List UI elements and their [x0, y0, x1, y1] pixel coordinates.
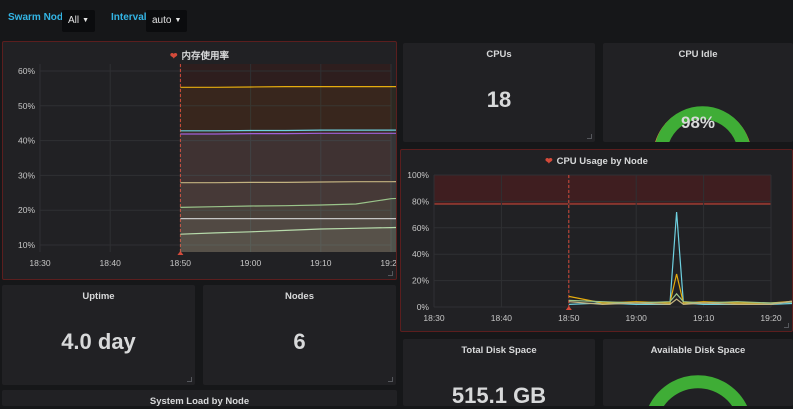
resize-handle[interactable] [784, 323, 789, 328]
x-tick-label: 19:10 [693, 313, 715, 323]
y-tick-label: 60% [412, 223, 429, 233]
chevron-down-icon: ▼ [174, 17, 182, 24]
gauge-value-arc [648, 375, 748, 406]
cpu-usage-panel[interactable]: ❤ CPU Usage by Node 0% 20% 40% 60% 80% 100% 18:… [400, 149, 793, 332]
total-disk-panel[interactable]: Total Disk Space 515.1 GB [403, 339, 595, 408]
swarm-node-select[interactable]: All ▼ [62, 10, 96, 32]
x-tick-label: 18:40 [491, 313, 513, 323]
panel-title: Total Disk Space [461, 345, 537, 356]
panel-title: CPUs [486, 49, 512, 60]
y-tick-label: 20% [412, 276, 429, 286]
x-tick-label: 19:10 [310, 258, 332, 268]
resize-handle[interactable] [187, 377, 192, 382]
x-tick-label: 19:20 [760, 313, 782, 323]
uptime-panel[interactable]: Uptime 4.0 day [2, 285, 195, 385]
y-tick-label: 40% [18, 136, 35, 146]
nodes-value: 6 [293, 329, 306, 354]
swarm-node-label: Swarm Node [8, 12, 69, 23]
swarm-node-value: All [68, 15, 80, 26]
cpus-panel[interactable]: CPUs 18 [403, 43, 595, 142]
x-tick-label: 18:50 [558, 313, 580, 323]
y-tick-label: 40% [412, 249, 429, 259]
memory-usage-panel[interactable]: ❤ 内存使用率 10% 20% 30% 40% 50% 60% 18:30 18:40 18:50… [2, 41, 397, 280]
alert-threshold-band [434, 175, 771, 205]
chevron-down-icon: ▼ [82, 17, 90, 24]
interval-select[interactable]: auto ▼ [146, 10, 188, 32]
memory-usage-chart: 10% 20% 30% 40% 50% 60% 18:30 18:40 18:50 19:00 19… [18, 64, 396, 268]
available-disk-panel[interactable]: Available Disk Space [603, 339, 793, 406]
resize-handle[interactable] [388, 271, 393, 276]
y-tick-label: 0% [417, 302, 430, 312]
x-tick-label: 19:20 [380, 258, 396, 268]
series-line [180, 129, 396, 132]
x-tick-label: 19:00 [240, 258, 262, 268]
y-tick-label: 60% [18, 66, 35, 76]
resize-handle[interactable] [388, 377, 393, 382]
resize-handle[interactable] [587, 134, 592, 139]
cpu-idle-panel[interactable]: CPU Idle 98% [603, 43, 793, 142]
series-line [180, 85, 396, 88]
dashboard-toolbar: Swarm Node All ▼ Interval auto ▼ [0, 0, 793, 40]
x-tick-label: 18:30 [29, 258, 51, 268]
panel-title: System Load by Node [149, 396, 250, 407]
series-line [180, 132, 396, 135]
y-tick-label: 100% [407, 170, 429, 180]
y-tick-label: 20% [18, 205, 35, 215]
uptime-value: 4.0 day [61, 329, 136, 354]
y-tick-label: 80% [412, 196, 429, 206]
total-disk-value: 515.1 GB [451, 383, 547, 408]
panel-title: Nodes [284, 291, 315, 302]
system-load-panel[interactable]: System Load by Node [2, 390, 397, 407]
x-tick-label: 18:40 [100, 258, 122, 268]
y-tick-label: 30% [18, 170, 35, 180]
x-tick-label: 18:30 [423, 313, 445, 323]
y-tick-label: 50% [18, 101, 35, 111]
cpu-usage-chart: 0% 20% 40% 60% 80% 100% 18:30 18:40 18:50 19:00 19… [407, 170, 792, 323]
x-tick-label: 18:50 [170, 258, 192, 268]
cpu-idle-value: 98% [680, 113, 716, 132]
interval-value: auto [152, 15, 172, 26]
interval-label: Interval [111, 12, 147, 23]
cpus-value: 18 [486, 87, 512, 112]
nodes-panel[interactable]: Nodes 6 [203, 285, 396, 385]
x-tick-label: 19:00 [626, 313, 648, 323]
available-disk-gauge [648, 375, 748, 406]
panel-title: Uptime [82, 291, 115, 302]
y-tick-label: 10% [18, 240, 35, 250]
